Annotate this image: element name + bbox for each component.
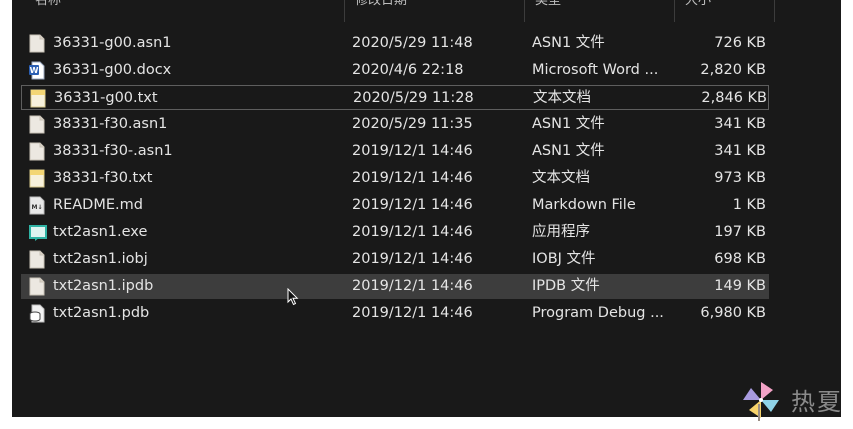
file-date-modified: 2019/12/1 14:46 (352, 197, 473, 213)
file-name: 38331-f30-.asn1 (53, 143, 173, 159)
file-date-modified: 2019/12/1 14:46 (352, 143, 473, 159)
generic-file-icon (29, 34, 45, 53)
file-size: 341 KB (714, 143, 766, 159)
generic-file-icon (29, 277, 45, 296)
file-row[interactable]: 36331-g00.asn1 2020/5/29 11:48 ASN1 文件 726 … (21, 31, 769, 56)
column-divider[interactable] (344, 0, 345, 22)
file-size: 341 KB (714, 116, 766, 132)
file-name: txt2asn1.pdb (53, 305, 150, 321)
column-divider[interactable] (524, 0, 525, 22)
file-row[interactable]: txt2asn1.ipdb 2019/12/1 14:46 IPDB 文件 149 K… (21, 274, 769, 299)
file-name: 36331-g00.docx (53, 62, 172, 78)
file-size: 726 KB (714, 35, 766, 51)
file-date-modified: 2019/12/1 14:46 (352, 224, 473, 240)
file-type: 文本文档 (533, 90, 591, 106)
generic-file-icon (29, 115, 45, 134)
file-size: 2,846 KB (701, 90, 767, 106)
file-row[interactable]: 38331-f30.txt 2019/12/1 14:46 文本文档 973 KB (21, 166, 769, 191)
file-date-modified: 2019/12/1 14:46 (352, 305, 473, 321)
file-date-modified: 2020/4/6 22:18 (352, 62, 464, 78)
column-header-type[interactable]: 类型 (529, 0, 561, 11)
file-date-modified: 2020/5/29 11:35 (352, 116, 473, 132)
file-type: IOBJ 文件 (532, 251, 596, 267)
file-row[interactable]: M↓ README.md 2019/12/1 14:46 Markdown File 1… (21, 193, 769, 218)
pinwheel-logo-icon (743, 382, 779, 421)
file-type: Microsoft Word ... (532, 62, 659, 78)
file-name: README.md (53, 197, 143, 213)
file-row[interactable]: 38331-f30.asn1 2020/5/29 11:35 ASN1 文件 341 … (21, 112, 769, 137)
file-name: 38331-f30.txt (53, 170, 153, 186)
file-explorer-window: 名称 修改日期 类型 大小 36331-g00.asn1 2020/5/29 11… (12, 0, 841, 417)
file-type: IPDB 文件 (532, 278, 600, 294)
mouse-pointer-icon (287, 288, 299, 306)
file-date-modified: 2019/12/1 14:46 (352, 170, 473, 186)
file-date-modified: 2020/5/29 11:48 (352, 35, 473, 51)
svg-text:M↓: M↓ (32, 204, 43, 211)
file-date-modified: 2020/5/29 11:28 (353, 90, 474, 106)
executable-icon (29, 223, 47, 242)
file-row[interactable]: 38331-f30-.asn1 2019/12/1 14:46 ASN1 文件 341… (21, 139, 769, 164)
file-type: Program Debug ... (532, 305, 664, 321)
text-file-icon (30, 89, 46, 108)
column-header-date[interactable]: 修改日期 (349, 0, 407, 11)
column-divider[interactable] (674, 0, 675, 22)
file-size: 698 KB (714, 251, 766, 267)
file-row[interactable]: txt2asn1.exe 2019/12/1 14:46 应用程序 197 KB (21, 220, 769, 245)
file-row[interactable]: 36331-g00.txt 2020/5/29 11:28 文本文档 2,846 KB (21, 85, 769, 110)
watermark-text: 热夏 (791, 388, 843, 416)
file-name: 36331-g00.txt (54, 90, 158, 106)
file-size: 149 KB (714, 278, 766, 294)
file-row[interactable]: txt2asn1.iobj 2019/12/1 14:46 IOBJ 文件 698 K… (21, 247, 769, 272)
file-name: txt2asn1.ipdb (53, 278, 154, 294)
generic-file-icon (29, 250, 45, 269)
file-row[interactable]: txt2asn1.pdb 2019/12/1 14:46 Program Debug… (21, 301, 769, 326)
file-date-modified: 2019/12/1 14:46 (352, 278, 473, 294)
file-type: 文本文档 (532, 170, 590, 186)
file-size: 197 KB (714, 224, 766, 240)
column-divider[interactable] (774, 0, 775, 22)
file-name: txt2asn1.exe (53, 224, 148, 240)
file-name: txt2asn1.iobj (53, 251, 148, 267)
file-type: ASN1 文件 (532, 116, 605, 132)
file-name: 38331-f30.asn1 (53, 116, 168, 132)
column-header-name[interactable]: 名称 (29, 0, 61, 11)
file-row[interactable]: W 36331-g00.docx 2020/4/6 22:18 Microsoft W… (21, 58, 769, 83)
file-size: 973 KB (714, 170, 766, 186)
text-file-icon (29, 169, 45, 188)
file-size: 1 KB (732, 197, 766, 213)
file-type: 应用程序 (532, 224, 590, 240)
debug-database-icon (29, 304, 45, 323)
markdown-file-icon: M↓ (29, 196, 45, 215)
word-doc-icon: W (29, 61, 45, 80)
file-type: ASN1 文件 (532, 35, 605, 51)
generic-file-icon (29, 142, 45, 161)
file-date-modified: 2019/12/1 14:46 (352, 251, 473, 267)
watermark: 热夏 (737, 376, 841, 424)
file-type: ASN1 文件 (532, 143, 605, 159)
svg-text:W: W (30, 66, 39, 75)
file-size: 6,980 KB (700, 305, 766, 321)
file-name: 36331-g00.asn1 (53, 35, 172, 51)
file-type: Markdown File (532, 197, 636, 213)
file-size: 2,820 KB (700, 62, 766, 78)
column-header-bar: 名称 修改日期 类型 大小 (12, 0, 841, 22)
column-header-size[interactable]: 大小 (679, 0, 711, 11)
